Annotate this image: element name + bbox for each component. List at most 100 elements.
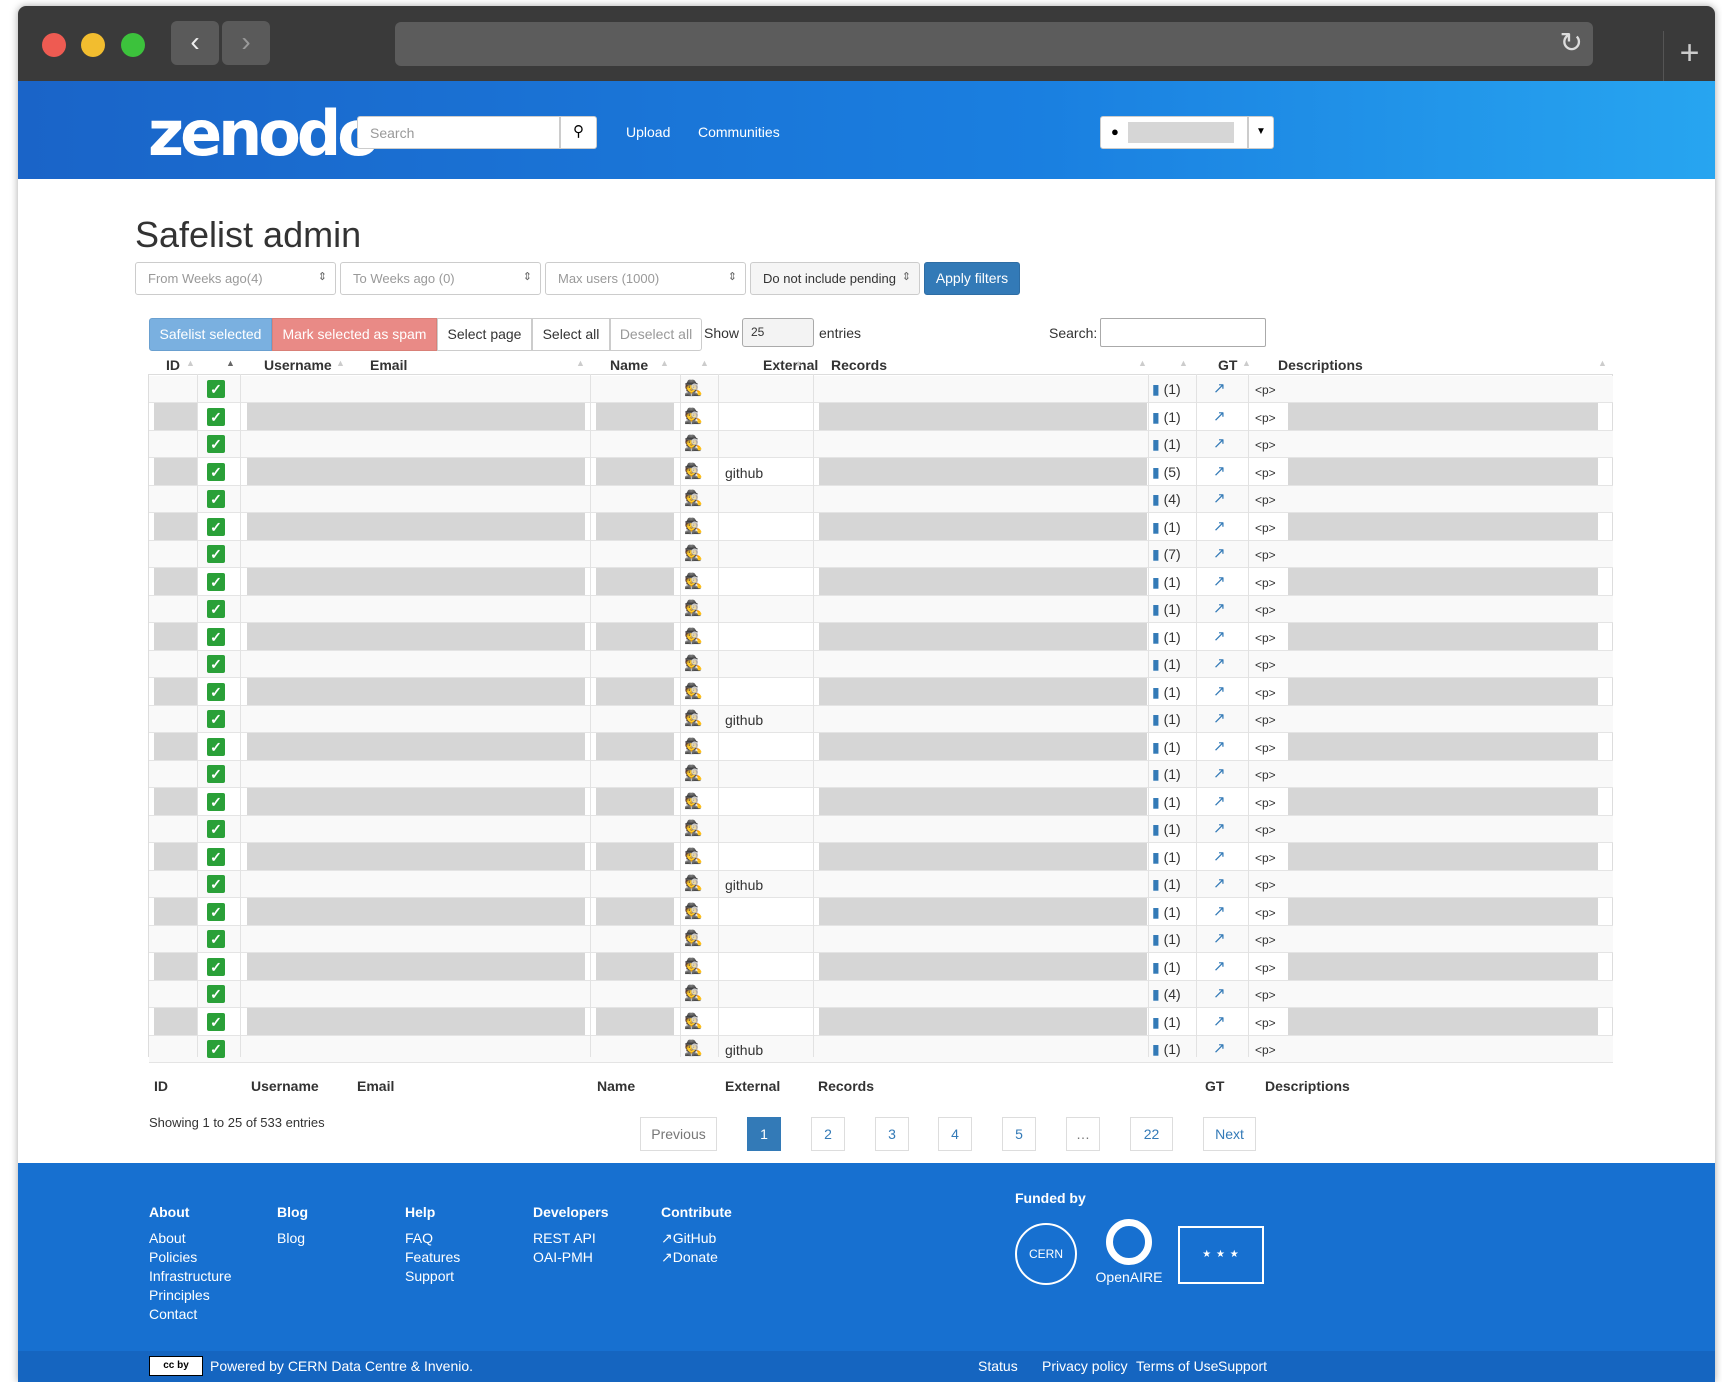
records-count[interactable]: ▮ (1) xyxy=(1152,381,1181,398)
external-link-icon[interactable]: ↗ xyxy=(1213,819,1226,837)
footer-link-rest-api[interactable]: REST API xyxy=(533,1230,596,1246)
records-count[interactable]: ▮ (4) xyxy=(1152,986,1181,1003)
select-all-button[interactable]: Select all xyxy=(532,318,610,351)
select-row-checkbox[interactable]: ✓ xyxy=(207,407,225,426)
col-header-username[interactable]: Username xyxy=(264,357,332,373)
records-count[interactable]: ▮ (1) xyxy=(1152,904,1181,921)
back-button[interactable]: ‹ xyxy=(171,21,219,65)
external-link-icon[interactable]: ↗ xyxy=(1213,682,1226,700)
close-window-button[interactable] xyxy=(42,33,66,57)
records-count[interactable]: ▮ (1) xyxy=(1152,739,1181,756)
select-row-checkbox[interactable]: ✓ xyxy=(207,517,225,536)
external-link-icon[interactable]: ↗ xyxy=(1213,1012,1226,1030)
select-page-button[interactable]: Select page xyxy=(437,318,532,351)
col-header-email[interactable]: Email xyxy=(370,357,407,373)
footer-link-principles[interactable]: Principles xyxy=(149,1287,210,1303)
pagination-previous[interactable]: Previous xyxy=(640,1117,717,1151)
mark-spam-button[interactable]: Mark selected as spam xyxy=(272,318,437,351)
records-count[interactable]: ▮ (1) xyxy=(1152,849,1181,866)
pagination-page-3[interactable]: 3 xyxy=(875,1117,909,1151)
select-row-checkbox[interactable]: ✓ xyxy=(207,875,225,893)
table-row[interactable] xyxy=(149,926,1613,953)
external-link-icon[interactable]: ↗ xyxy=(1213,379,1226,397)
records-count[interactable]: ▮ (1) xyxy=(1152,629,1181,646)
table-search-input[interactable] xyxy=(1100,318,1266,347)
records-count[interactable]: ▮ (1) xyxy=(1152,711,1181,728)
records-count[interactable]: ▮ (1) xyxy=(1152,876,1181,893)
records-count[interactable]: ▮ (1) xyxy=(1152,574,1181,591)
external-link-icon[interactable]: ↗ xyxy=(1213,764,1226,782)
pagination-page-2[interactable]: 2 xyxy=(811,1117,845,1151)
footer-link-donate[interactable]: ↗Donate xyxy=(661,1249,718,1266)
records-count[interactable]: ▮ (1) xyxy=(1152,1014,1181,1031)
openaire-logo[interactable]: OpenAIRE xyxy=(1087,1219,1171,1291)
footer-link-support-bottom[interactable]: Support xyxy=(1218,1358,1267,1374)
table-row[interactable] xyxy=(149,981,1613,1008)
col-header-descriptions[interactable]: Descriptions xyxy=(1278,357,1363,373)
table-row[interactable] xyxy=(149,761,1613,788)
pagination-page-5[interactable]: 5 xyxy=(1002,1117,1036,1151)
table-row[interactable] xyxy=(149,844,1613,871)
col-header-id[interactable]: ID xyxy=(166,357,180,373)
col-header-gt[interactable]: GT xyxy=(1218,357,1237,373)
records-count[interactable]: ▮ (1) xyxy=(1152,409,1181,426)
table-row[interactable] xyxy=(149,624,1613,651)
select-row-checkbox[interactable]: ✓ xyxy=(207,682,225,701)
maximize-window-button[interactable] xyxy=(121,33,145,57)
sort-icon[interactable]: ▲ xyxy=(660,358,669,368)
col-header-external[interactable]: External xyxy=(763,357,818,373)
table-row[interactable] xyxy=(149,1036,1613,1063)
footer-link-about[interactable]: About xyxy=(149,1230,186,1246)
table-row[interactable] xyxy=(149,596,1613,623)
sort-icon[interactable]: ▲ xyxy=(700,358,709,368)
external-link-icon[interactable]: ↗ xyxy=(1213,489,1226,507)
external-link-icon[interactable]: ↗ xyxy=(1213,1039,1226,1057)
address-bar[interactable]: ↻ xyxy=(395,22,1593,66)
pagination-page-1[interactable]: 1 xyxy=(747,1117,781,1151)
select-row-checkbox[interactable]: ✓ xyxy=(207,490,225,508)
table-row[interactable] xyxy=(149,679,1613,706)
select-row-checkbox[interactable]: ✓ xyxy=(207,1012,225,1031)
external-link-icon[interactable]: ↗ xyxy=(1213,627,1226,645)
select-row-checkbox[interactable]: ✓ xyxy=(207,380,225,398)
from-weeks-input[interactable]: From Weeks ago(4) ⇕ xyxy=(135,262,336,295)
zenodo-logo[interactable]: zenodo xyxy=(148,97,380,170)
table-row[interactable] xyxy=(149,404,1613,431)
select-row-checkbox[interactable]: ✓ xyxy=(207,792,225,811)
select-row-checkbox[interactable]: ✓ xyxy=(207,985,225,1003)
footer-link-blog[interactable]: Blog xyxy=(277,1230,305,1246)
external-link-icon[interactable]: ↗ xyxy=(1213,544,1226,562)
sort-icon[interactable]: ▲ xyxy=(1242,358,1251,368)
footer-link-policies[interactable]: Policies xyxy=(149,1249,197,1265)
records-count[interactable]: ▮ (1) xyxy=(1152,931,1181,948)
to-weeks-input[interactable]: To Weeks ago (0) ⇕ xyxy=(340,262,541,295)
cern-logo[interactable]: CERN xyxy=(1015,1223,1077,1285)
external-link-icon[interactable]: ↗ xyxy=(1213,709,1226,727)
table-row[interactable] xyxy=(149,734,1613,761)
col-header-name[interactable]: Name xyxy=(610,357,648,373)
footer-link-infrastructure[interactable]: Infrastructure xyxy=(149,1268,231,1284)
external-link-icon[interactable]: ↗ xyxy=(1213,929,1226,947)
records-count[interactable]: ▮ (7) xyxy=(1152,546,1181,563)
sort-icon[interactable]: ▲ xyxy=(1179,358,1188,368)
forward-button[interactable]: › xyxy=(222,21,270,65)
user-menu-caret[interactable]: ▼ xyxy=(1248,116,1274,149)
select-row-checkbox[interactable]: ✓ xyxy=(207,765,225,783)
table-row[interactable] xyxy=(149,459,1613,486)
max-users-input[interactable]: Max users (1000) ⇕ xyxy=(545,262,746,295)
table-row[interactable] xyxy=(149,431,1613,458)
external-link-icon[interactable]: ↗ xyxy=(1213,737,1226,755)
select-row-checkbox[interactable]: ✓ xyxy=(207,600,225,618)
apply-filters-button[interactable]: Apply filters xyxy=(924,262,1020,295)
external-link-icon[interactable]: ↗ xyxy=(1213,902,1226,920)
select-row-checkbox[interactable]: ✓ xyxy=(207,930,225,948)
communities-link[interactable]: Communities xyxy=(698,124,780,140)
table-row[interactable] xyxy=(149,816,1613,843)
table-row[interactable] xyxy=(149,1009,1613,1036)
records-count[interactable]: ▮ (1) xyxy=(1152,436,1181,453)
records-count[interactable]: ▮ (1) xyxy=(1152,959,1181,976)
pagination-page-22[interactable]: 22 xyxy=(1130,1117,1173,1151)
select-row-checkbox[interactable]: ✓ xyxy=(207,902,225,921)
table-row[interactable] xyxy=(149,789,1613,816)
pagination-page-4[interactable]: 4 xyxy=(938,1117,972,1151)
